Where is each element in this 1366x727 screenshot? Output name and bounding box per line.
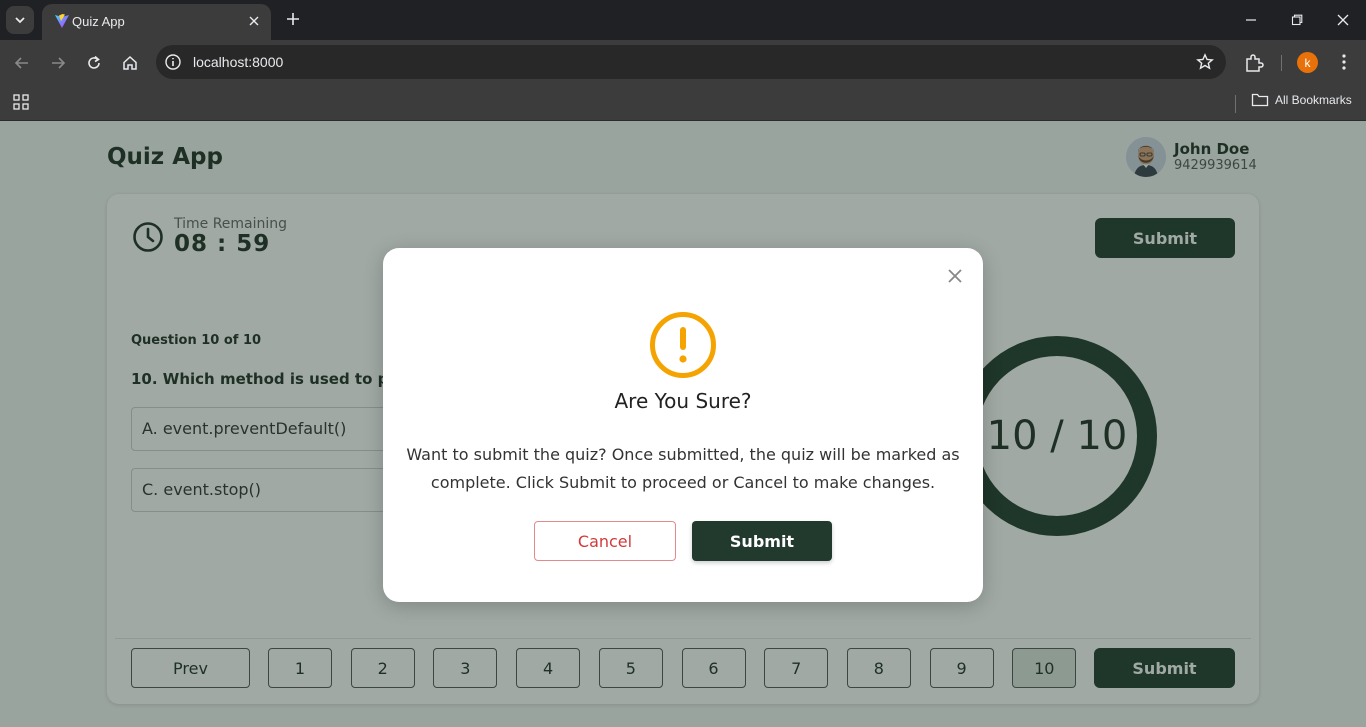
arrow-left-icon [14,57,28,69]
back-button[interactable] [11,52,33,74]
reload-button[interactable] [83,52,105,74]
browser-toolbar: localhost:8000 k [0,40,1366,86]
star-icon[interactable] [1196,53,1214,71]
apps-grid-icon[interactable] [12,93,30,111]
more-vertical-icon[interactable] [1334,52,1354,72]
address-bar[interactable]: localhost:8000 [156,45,1226,79]
tab-title: Quiz App [72,14,125,29]
home-button[interactable] [119,52,141,74]
browser-tab-bar: Quiz App [0,0,1366,40]
vite-logo-icon [55,14,69,28]
all-bookmarks-label: All Bookmarks [1275,93,1352,107]
folder-icon [1251,93,1269,107]
close-tab-icon[interactable] [245,12,263,30]
tab-search-button[interactable] [6,6,34,34]
minimize-icon [1246,19,1256,21]
browser-tab[interactable]: Quiz App [42,4,271,40]
minimize-button[interactable] [1241,10,1261,30]
all-bookmarks-button[interactable]: All Bookmarks [1251,92,1352,108]
new-tab-button[interactable] [282,8,304,30]
close-icon [948,269,962,283]
restore-icon [1291,14,1303,26]
chevron-down-icon [15,17,25,24]
extensions-icon[interactable] [1243,52,1265,74]
url-text[interactable]: localhost:8000 [193,54,283,70]
arrow-right-icon [52,57,66,69]
reload-icon [88,55,100,69]
bookmarks-bar: All Bookmarks [0,86,1366,121]
dialog-title: Are You Sure? [614,389,752,413]
confirm-submit-button[interactable]: Submit [692,521,832,561]
toolbar-separator [1281,55,1282,71]
dialog-message: Want to submit the quiz? Once submitted,… [406,445,960,492]
restore-button[interactable] [1287,10,1307,30]
close-icon [1337,14,1349,26]
close-dialog-button[interactable] [945,266,965,286]
plus-icon [287,13,299,25]
exclamation-circle-icon [650,312,716,378]
info-icon[interactable] [164,53,182,71]
home-icon [123,55,137,70]
confirm-dialog: Are You Sure? Want to submit the quiz? O… [383,248,983,602]
close-window-button[interactable] [1333,10,1353,30]
profile-avatar[interactable]: k [1297,52,1318,73]
forward-button[interactable] [47,52,69,74]
bookmarks-separator [1235,95,1236,113]
cancel-button[interactable]: Cancel [534,521,676,561]
